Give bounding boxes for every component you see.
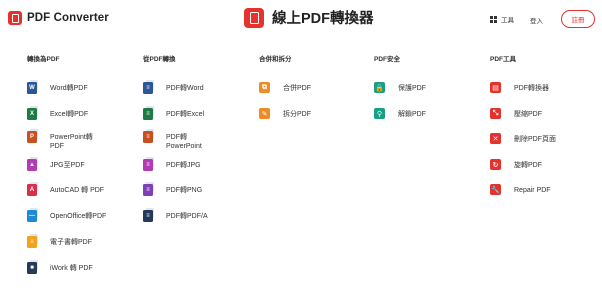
- menu-item[interactable]: 🔒 保護PDF: [374, 82, 426, 93]
- converter-icon: ▤: [490, 82, 501, 93]
- pdf-to-png-icon: ≡: [143, 182, 154, 196]
- menu-item-label: 保護PDF: [398, 85, 426, 92]
- menu-item-label: 拆分PDF: [283, 111, 311, 118]
- iwork-icon: ■: [27, 260, 38, 274]
- delete-pages-icon: ✕: [490, 133, 501, 144]
- menu-item[interactable]: ≡ 電子書轉PDF: [27, 234, 92, 248]
- menu-item-label: PDF轉PNG: [166, 187, 203, 194]
- menu-item-label: JPG至PDF: [50, 162, 85, 169]
- top-nav: PDF Converter 線上PDF轉換器 工具 登入 註冊: [0, 0, 602, 38]
- menu-column: 合併和拆分: [259, 55, 292, 65]
- menu-item-label: Excel轉PDF: [50, 111, 89, 118]
- menu-item[interactable]: ▤ PDF轉換器: [490, 82, 549, 93]
- menu-item-label: 壓縮PDF: [514, 111, 542, 118]
- menu-item-label: 解鎖PDF: [398, 111, 426, 118]
- pdf-logo-icon: [244, 7, 264, 28]
- menu-item[interactable]: ⤡ 壓縮PDF: [490, 108, 542, 119]
- menu-column: PDF工具: [490, 55, 516, 65]
- menu-item[interactable]: ⚲ 解鎖PDF: [374, 108, 426, 119]
- menu-item-label: iWork 轉 PDF: [50, 265, 93, 272]
- merge-icon: ⧉: [259, 82, 270, 93]
- brand-logo-icon: [8, 11, 22, 25]
- menu-item-label: Word轉PDF: [50, 85, 88, 92]
- repair-icon: 🔧: [490, 184, 501, 195]
- pdf-to-jpg-icon: ≡: [143, 157, 154, 171]
- brand-name: PDF Converter: [27, 12, 109, 24]
- pdf-to-excel-icon: ≡: [143, 106, 154, 120]
- menu-column: 轉換為PDF: [27, 55, 60, 65]
- rotate-icon: ↻: [490, 159, 501, 170]
- column-title: PDF工具: [490, 56, 516, 63]
- menu-item[interactable]: ≡ PDF轉Word: [143, 80, 204, 94]
- menu-item-label: AutoCAD 轉 PDF: [50, 187, 105, 194]
- key-icon: ⚲: [374, 108, 385, 119]
- ebook-icon: ≡: [27, 234, 38, 248]
- pdf-to-pdfa-icon: ≡: [143, 208, 154, 222]
- compress-icon: ⤡: [490, 108, 501, 119]
- menu-item-label: PDF轉Excel: [166, 111, 205, 118]
- autocad-icon: A: [27, 182, 38, 196]
- menu-item[interactable]: X Excel轉PDF: [27, 106, 89, 120]
- menu-item-label: 旋轉PDF: [514, 162, 542, 169]
- menu-item-label: 刪除PDF頁面: [514, 136, 556, 143]
- menu-item[interactable]: — OpenOffice轉PDF: [27, 208, 107, 222]
- excel-icon: X: [27, 106, 38, 120]
- menu-item[interactable]: ≡ PDF轉JPG: [143, 157, 201, 171]
- column-title: PDF安全: [374, 56, 400, 63]
- menu-item-label: PDF轉 PowerPoint: [166, 134, 202, 150]
- page-title-text: 線上PDF轉換器: [272, 11, 374, 27]
- menu-item[interactable]: ✎ 拆分PDF: [259, 108, 311, 119]
- page-title: 線上PDF轉換器: [244, 7, 374, 28]
- brand[interactable]: PDF Converter: [8, 11, 109, 25]
- tools-menu-button[interactable]: 工具: [490, 14, 514, 24]
- menu-item-label: PDF轉換器: [514, 85, 549, 92]
- menu-item[interactable]: ≡ PDF轉Excel: [143, 106, 205, 120]
- menu-item-label: OpenOffice轉PDF: [50, 213, 107, 220]
- menu-item-label: PDF轉Word: [166, 85, 204, 92]
- menu-item[interactable]: P PowerPoint轉 PDF: [27, 129, 93, 151]
- menu-column: 從PDF轉換: [143, 55, 176, 65]
- menu-item[interactable]: W Word轉PDF: [27, 80, 88, 94]
- menu-item-label: PDF轉JPG: [166, 162, 201, 169]
- column-title: 從PDF轉換: [143, 56, 176, 63]
- lock-icon: 🔒: [374, 82, 385, 93]
- openoffice-icon: —: [27, 208, 38, 222]
- column-title: 合併和拆分: [259, 56, 292, 63]
- pdf-to-powerpoint-icon: ≡: [143, 129, 154, 143]
- menu-item-label: Repair PDF: [514, 187, 551, 194]
- menu-item[interactable]: ▲ JPG至PDF: [27, 157, 85, 171]
- menu-item-label: PowerPoint轉 PDF: [50, 134, 93, 150]
- menu-item[interactable]: ≡ PDF轉PNG: [143, 182, 203, 196]
- menu-item-label: 電子書轉PDF: [50, 239, 92, 246]
- split-icon: ✎: [259, 108, 270, 119]
- signup-button[interactable]: 註冊: [561, 10, 595, 28]
- menu-item[interactable]: ≡ PDF轉PDF/A: [143, 208, 208, 222]
- pdf-to-word-icon: ≡: [143, 80, 154, 94]
- powerpoint-icon: P: [27, 129, 38, 143]
- menu-item[interactable]: ✕ 刪除PDF頁面: [490, 133, 556, 144]
- menu-item[interactable]: ⧉ 合併PDF: [259, 82, 311, 93]
- login-link[interactable]: 登入: [530, 15, 543, 25]
- grid-icon: [490, 15, 497, 23]
- column-title: 轉換為PDF: [27, 56, 60, 63]
- menu-item-label: PDF轉PDF/A: [166, 213, 208, 220]
- jpg-icon: ▲: [27, 157, 38, 171]
- word-icon: W: [27, 80, 38, 94]
- menu-item[interactable]: ≡ PDF轉 PowerPoint: [143, 129, 202, 151]
- menu-item[interactable]: A AutoCAD 轉 PDF: [27, 182, 105, 196]
- menu-item[interactable]: 🔧 Repair PDF: [490, 184, 551, 195]
- menu-item[interactable]: ↻ 旋轉PDF: [490, 159, 542, 170]
- tools-label: 工具: [501, 17, 514, 24]
- menu-item[interactable]: ■ iWork 轉 PDF: [27, 260, 93, 274]
- menu-column: PDF安全: [374, 55, 400, 65]
- menu-item-label: 合併PDF: [283, 85, 311, 92]
